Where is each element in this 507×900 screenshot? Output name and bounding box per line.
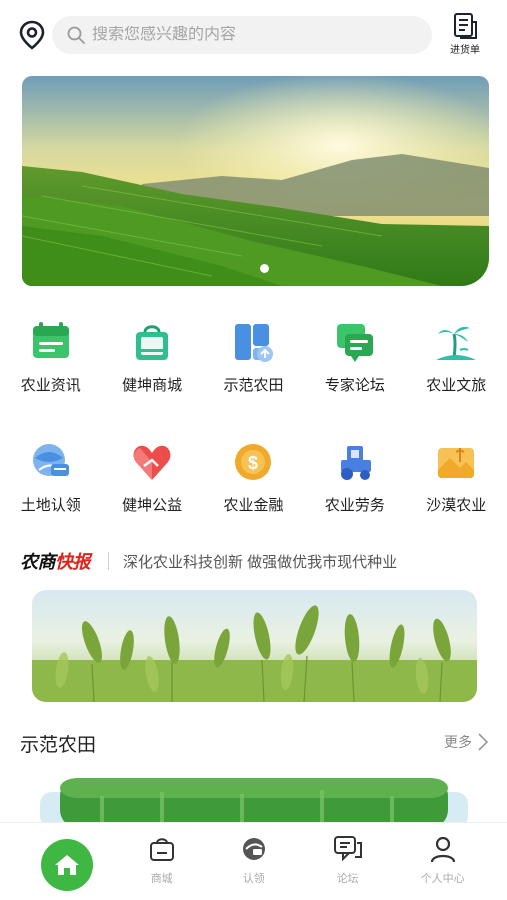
- chevron-right-icon: [478, 733, 488, 751]
- claim-icon: [242, 838, 265, 860]
- chat-icon: [336, 324, 373, 362]
- tab-label: 论坛: [336, 873, 359, 885]
- banner-carousel[interactable]: [22, 76, 489, 286]
- grid-item-label: 示范农田: [223, 377, 284, 394]
- grid-item-desert-agri[interactable]: 沙漠农业: [406, 440, 507, 515]
- grid-item-label: 沙漠农业: [426, 497, 487, 514]
- grid-item-label: 健坤商城: [122, 377, 183, 394]
- grid-item-land-claim[interactable]: 土地认领: [0, 440, 101, 515]
- grid-item-agri-news[interactable]: 农业资讯: [0, 320, 101, 395]
- top-bar: 进货单: [0, 12, 507, 58]
- grid-item-agri-tourism[interactable]: 农业文旅: [406, 320, 507, 395]
- tab-profile[interactable]: 个人中心: [392, 823, 493, 900]
- tab-label: 个人中心: [420, 873, 465, 885]
- grid-item-label: 专家论坛: [324, 377, 385, 394]
- user-icon: [430, 836, 455, 863]
- tab-shop[interactable]: 商城: [111, 823, 212, 900]
- grid-item-label: 健坤公益: [122, 497, 183, 514]
- location-pin-icon[interactable]: [18, 20, 46, 50]
- tab-forum[interactable]: 论坛: [297, 823, 398, 900]
- news-headline[interactable]: 深化农业科技创新 做强做优我市现代种业: [123, 551, 397, 572]
- more-link[interactable]: 更多: [444, 732, 488, 752]
- feature-grid-row-2: 土地认领 健坤公益 $ 农业金融 农业劳务 沙漠农业: [0, 440, 507, 515]
- search-icon: [67, 26, 85, 44]
- grid-item-label: 农业劳务: [324, 497, 385, 514]
- tab-label: 认领: [242, 873, 265, 885]
- land-claim-icon: [32, 444, 69, 476]
- tab-claim[interactable]: 认领: [203, 823, 304, 900]
- grid-item-label: 土地认领: [20, 497, 81, 514]
- news-icon: [32, 322, 69, 358]
- grid-item-label: 农业金融: [223, 497, 284, 514]
- search-bar[interactable]: [52, 16, 432, 54]
- tab-label: 商城: [150, 873, 173, 885]
- purchase-list-button[interactable]: 进货单: [440, 12, 490, 58]
- search-input[interactable]: [92, 26, 412, 44]
- purchase-list-icon: [454, 13, 477, 39]
- grid-item-demo-field[interactable]: 示范农田: [203, 320, 304, 395]
- grid-item-agri-labor[interactable]: 农业劳务: [304, 440, 405, 515]
- shopping-bag-icon: [136, 325, 169, 360]
- wheat-field-image: [32, 590, 477, 702]
- purchase-list-label: 进货单: [450, 45, 480, 56]
- field-icon: [235, 324, 274, 362]
- grid-item-expert-forum[interactable]: 专家论坛: [304, 320, 405, 395]
- tractor-icon: [340, 446, 371, 480]
- home-icon: [55, 855, 79, 875]
- island-icon: [436, 326, 477, 360]
- section-title: 示范农田: [20, 735, 97, 756]
- bottom-tab-bar: 商城 认领 论坛 个人中心: [0, 822, 507, 900]
- heart-icon: [133, 445, 171, 480]
- news-ticker[interactable]: 农商快报 深化农业科技创新 做强做优我市现代种业: [20, 546, 490, 576]
- feature-grid-row-1: 农业资讯 健坤商城 示范农田 专家论坛 农业文旅: [0, 320, 507, 395]
- grid-item-label: 农业资讯: [20, 377, 81, 394]
- section-header-demo-field: 示范农田 更多: [20, 730, 488, 756]
- forum-icon: [333, 836, 362, 862]
- grid-item-mall[interactable]: 健坤商城: [101, 320, 202, 395]
- demo-field-card[interactable]: [40, 778, 468, 828]
- grid-item-label: 农业文旅: [426, 377, 487, 394]
- tab-home[interactable]: [41, 839, 93, 891]
- grid-item-agri-finance[interactable]: $ 农业金融: [203, 440, 304, 515]
- carousel-indicator-dot[interactable]: [260, 264, 269, 273]
- news-brand-logo: 农商快报: [20, 552, 91, 573]
- banner-landscape-image: [22, 76, 489, 286]
- divider: [108, 552, 109, 570]
- svg-text:$: $: [248, 453, 258, 473]
- news-image-wheat[interactable]: [32, 590, 477, 702]
- desert-icon: [438, 448, 475, 478]
- shop-icon: [149, 838, 174, 861]
- demo-field-image: [40, 778, 468, 828]
- coin-icon: $: [235, 444, 272, 480]
- grid-item-charity[interactable]: 健坤公益: [101, 440, 202, 515]
